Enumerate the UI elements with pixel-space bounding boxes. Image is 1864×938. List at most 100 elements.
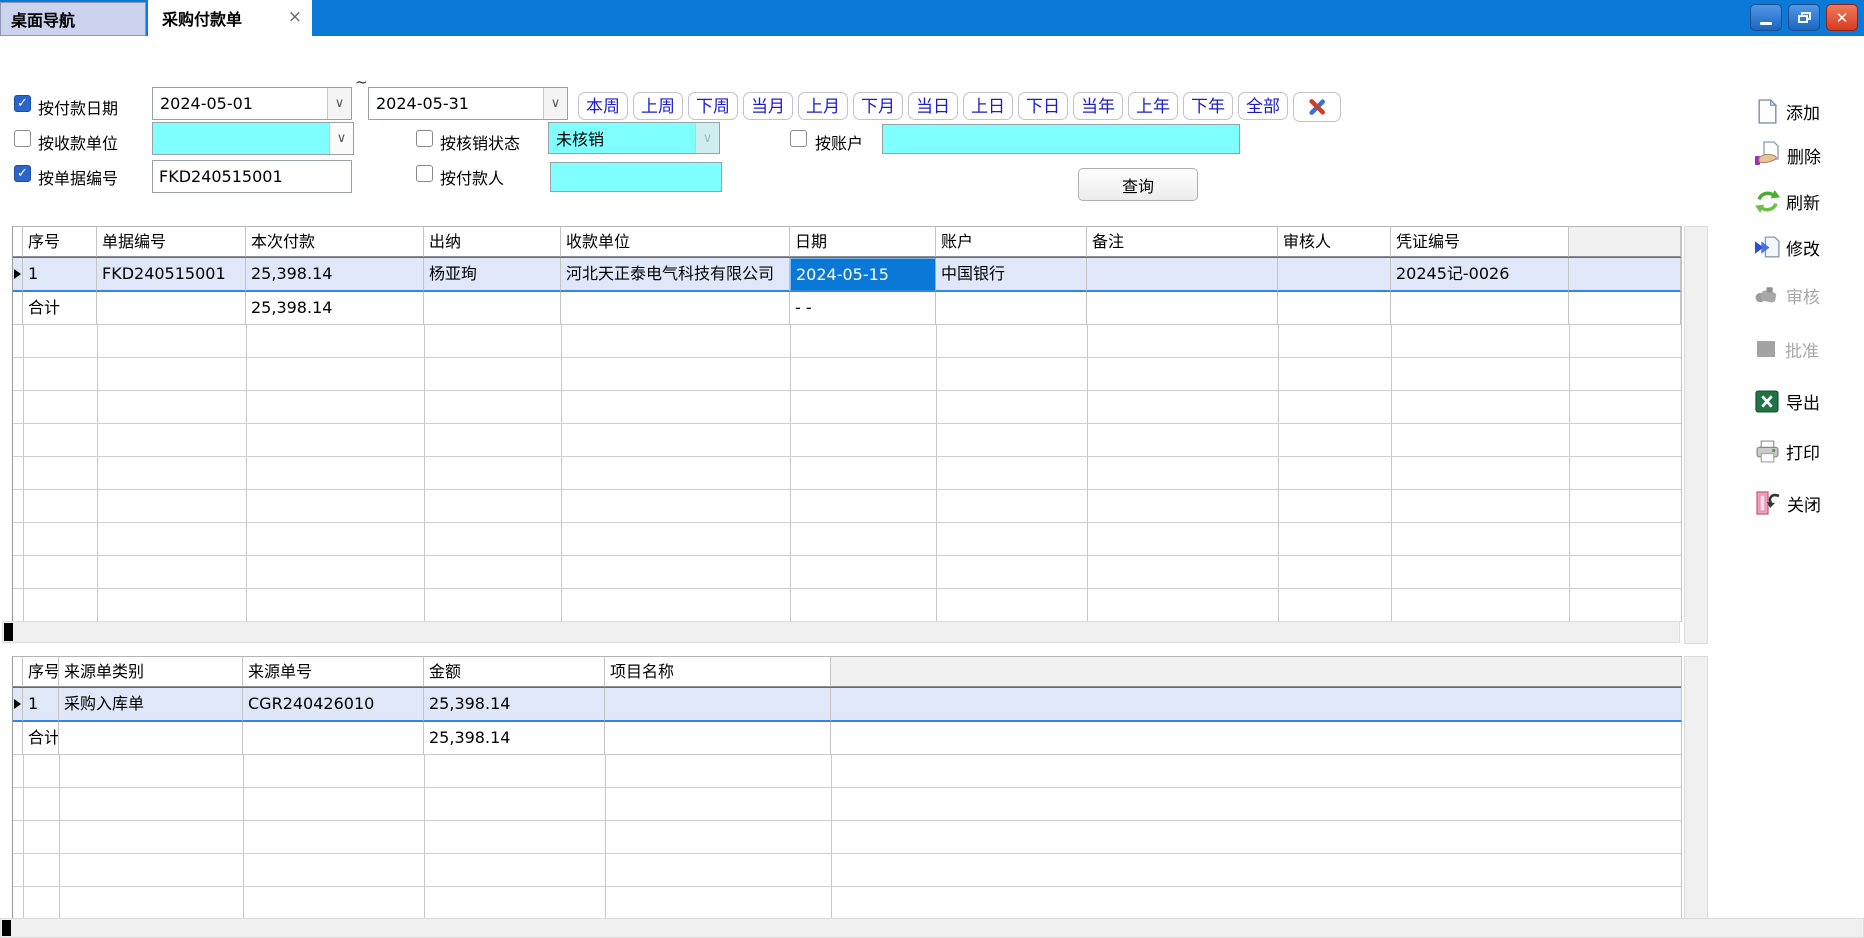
restore-icon — [1798, 12, 1811, 23]
col-project: 项目名称 — [605, 657, 831, 687]
range-tomorrow-button[interactable]: 下日 — [1018, 92, 1068, 120]
cell-extra — [1569, 258, 1681, 292]
doc-no-filter-label: 按单据编号 — [38, 165, 118, 189]
cell-seq: 1 — [23, 688, 59, 722]
modify-button[interactable]: 修改 — [1754, 232, 1820, 262]
minimize-button[interactable] — [1750, 4, 1782, 31]
verify-status-label: 按核销状态 — [440, 130, 520, 154]
close-button[interactable]: ✕ — [1826, 4, 1858, 31]
payer-input[interactable] — [550, 162, 722, 192]
cell-source-type: 采购入库单 — [59, 688, 243, 722]
hscrollbar-thumb[interactable] — [2, 920, 11, 936]
payee-combobox[interactable]: ∨ — [152, 122, 354, 155]
table-total-row: 合计 25,398.14 — [13, 722, 1681, 755]
add-button[interactable]: 添加 — [1754, 96, 1820, 126]
col-account: 账户 — [936, 227, 1087, 257]
range-this-week-button[interactable]: 本周 — [578, 92, 628, 120]
chevron-down-icon[interactable]: ∨ — [543, 88, 567, 119]
cell-amount: 25,398.14 — [246, 258, 424, 292]
exit-door-icon — [1754, 489, 1782, 517]
table-row[interactable]: 1 采购入库单 CGR240426010 25,398.14 — [13, 687, 1681, 722]
cell-cashier: 杨亚珣 — [424, 258, 561, 292]
range-yesterday-button[interactable]: 上日 — [963, 92, 1013, 120]
source-table-header: 序号 来源单类别 来源单号 金额 项目名称 — [13, 657, 1681, 687]
range-all-button[interactable]: 全部 — [1238, 92, 1288, 120]
cell-remark — [1087, 258, 1278, 292]
col-date: 日期 — [790, 227, 936, 257]
payee-filter-label: 按收款单位 — [38, 130, 118, 154]
query-button[interactable]: 查询 — [1078, 168, 1198, 201]
source-grid-vscrollbar[interactable] — [1684, 656, 1708, 938]
crossed-tools-icon — [1304, 96, 1330, 118]
col-extra — [1569, 227, 1681, 257]
current-row-indicator — [13, 688, 23, 722]
payment-table: 序号 单据编号 本次付款 出纳 收款单位 日期 账户 备注 审核人 凭证编号 1… — [12, 226, 1682, 622]
date-to-value: 2024-05-31 — [369, 94, 543, 113]
export-button[interactable]: 导出 — [1754, 386, 1820, 416]
col-extra — [831, 657, 1682, 687]
main-grid-hscrollbar[interactable] — [2, 621, 1680, 643]
col-payee: 收款单位 — [561, 227, 790, 257]
table-row[interactable]: 1 FKD240515001 25,398.14 杨亚珣 河北天正泰电气科技有限… — [13, 257, 1681, 292]
range-next-month-button[interactable]: 下月 — [853, 92, 903, 120]
print-button[interactable]: 打印 — [1754, 436, 1820, 466]
hscrollbar-thumb[interactable] — [4, 623, 13, 641]
cell-extra — [831, 688, 1682, 722]
cell-voucher-no: 20245记-0026 — [1391, 258, 1569, 292]
tab-desktop-nav[interactable]: 桌面导航 — [0, 2, 146, 36]
range-last-year-button[interactable]: 上年 — [1128, 92, 1178, 120]
range-next-week-button[interactable]: 下周 — [688, 92, 738, 120]
tab-purchase-payment[interactable]: 采购付款单 × — [148, 0, 312, 36]
range-this-month-button[interactable]: 当月 — [743, 92, 793, 120]
refresh-button[interactable]: 刷新 — [1754, 186, 1820, 216]
date-to-combobox[interactable]: 2024-05-31 ∨ — [368, 87, 568, 120]
cell-doc-no: FKD240515001 — [97, 258, 246, 292]
verify-status-checkbox[interactable] — [416, 130, 433, 147]
range-this-year-button[interactable]: 当年 — [1073, 92, 1123, 120]
range-last-month-button[interactable]: 上月 — [798, 92, 848, 120]
verify-status-combobox[interactable]: 未核销 ∨ — [548, 122, 720, 154]
range-last-week-button[interactable]: 上周 — [633, 92, 683, 120]
payer-filter-checkbox[interactable] — [416, 165, 433, 182]
chevron-down-icon[interactable]: ∨ — [695, 123, 719, 153]
delete-button[interactable]: 删除 — [1754, 140, 1821, 170]
doc-no-input[interactable] — [152, 160, 352, 193]
range-next-year-button[interactable]: 下年 — [1183, 92, 1233, 120]
total-amount: 25,398.14 — [424, 722, 605, 755]
date-tools-button[interactable] — [1293, 92, 1341, 122]
col-amount: 本次付款 — [246, 227, 424, 257]
tab-close-icon[interactable]: × — [288, 8, 302, 26]
payee-filter-checkbox[interactable] — [14, 130, 31, 147]
total-label: 合计 — [23, 722, 59, 755]
row-arrow-icon — [14, 699, 21, 709]
chevron-down-icon[interactable]: ∨ — [327, 88, 351, 119]
account-filter-checkbox[interactable] — [790, 130, 807, 147]
total-label: 合计 — [23, 292, 97, 325]
close-form-button[interactable]: 关闭 — [1754, 488, 1821, 518]
date-filter-checkbox[interactable] — [14, 95, 31, 112]
account-input[interactable] — [882, 124, 1240, 154]
empty-rows-area — [13, 755, 1681, 919]
date-range-tilde: ~ — [355, 73, 368, 91]
date-from-combobox[interactable]: 2024-05-01 ∨ — [152, 87, 352, 120]
bottom-hscrollbar[interactable] — [0, 918, 1864, 938]
tab-desktop-nav-label: 桌面导航 — [11, 7, 75, 31]
main-grid-vscrollbar[interactable] — [1684, 226, 1708, 644]
tab-purchase-payment-label: 采购付款单 — [162, 6, 242, 30]
cell-account: 中国银行 — [936, 258, 1087, 292]
date-filter-label: 按付款日期 — [38, 95, 118, 119]
delete-document-icon — [1754, 141, 1782, 169]
total-date: - - — [790, 292, 936, 325]
current-row-indicator — [13, 258, 23, 292]
empty-rows-area — [13, 325, 1681, 622]
cell-date-focused[interactable]: 2024-05-15 — [790, 258, 936, 292]
chevron-down-icon[interactable]: ∨ — [329, 123, 353, 154]
approve-icon-disabled — [1754, 336, 1780, 362]
restore-button[interactable] — [1788, 4, 1820, 31]
doc-no-filter-checkbox[interactable] — [14, 165, 31, 182]
range-today-button[interactable]: 当日 — [908, 92, 958, 120]
col-doc-no: 单据编号 — [97, 227, 246, 257]
cell-auditor — [1278, 258, 1391, 292]
cell-payee: 河北天正泰电气科技有限公司 — [561, 258, 790, 292]
purchase-payment-window: 桌面导航 采购付款单 × ✕ 按付款日期 2024-05-01 ∨ ~ 2024… — [0, 0, 1864, 938]
